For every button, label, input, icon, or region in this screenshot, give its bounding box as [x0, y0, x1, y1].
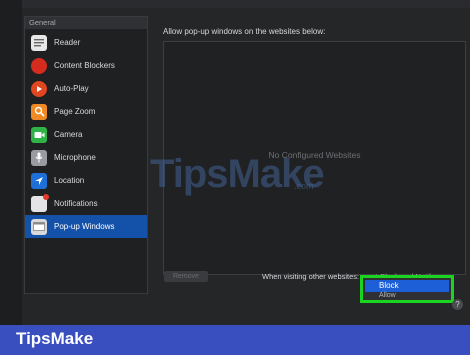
notifications-icon — [31, 193, 49, 212]
preferences-window: General Reader Content Blockers Auto-Pla… — [0, 0, 470, 325]
sidebar-item-content-blockers[interactable]: Content Blockers — [25, 54, 147, 77]
sidebar-item-label: Auto-Play — [54, 84, 89, 93]
sidebar-item-label: Page Zoom — [54, 107, 96, 116]
sidebar-item-auto-play[interactable]: Auto-Play — [25, 77, 147, 100]
menu-option-block[interactable]: Block — [365, 280, 449, 292]
content-blockers-icon — [31, 57, 47, 74]
popup-windows-icon — [31, 218, 47, 235]
footer-logo: TipsMake — [16, 329, 94, 348]
window-left-shade — [0, 0, 22, 325]
sidebar-item-notifications[interactable]: Notifications — [25, 192, 147, 215]
sidebar-item-popup-windows[interactable]: Pop-up Windows — [25, 215, 147, 238]
sidebar-item-label: Pop-up Windows — [54, 222, 115, 231]
sidebar-item-label: Reader — [54, 38, 81, 47]
sidebar: General Reader Content Blockers Auto-Pla… — [24, 16, 148, 294]
sidebar-item-page-zoom[interactable]: Page Zoom — [25, 100, 147, 123]
notification-badge-icon — [43, 193, 49, 200]
sidebar-item-label: Microphone — [54, 153, 96, 162]
watermark-suffix: .com — [294, 181, 314, 191]
sidebar-item-label: Content Blockers — [54, 61, 115, 70]
footer-bar: TipsMake — [0, 325, 470, 355]
sidebar-item-microphone[interactable]: Microphone — [25, 146, 147, 169]
sidebar-item-label: Camera — [54, 130, 83, 139]
auto-play-icon — [31, 80, 47, 97]
remove-button[interactable]: Remove — [164, 271, 208, 282]
sidebar-item-camera[interactable]: Camera — [25, 123, 147, 146]
sidebar-header: General — [25, 17, 147, 29]
sidebar-item-reader[interactable]: Reader — [25, 31, 147, 54]
panel-title: Allow pop-up windows on the websites bel… — [163, 27, 326, 36]
camera-icon — [31, 126, 47, 143]
window-top-strip — [0, 0, 470, 8]
reader-icon — [31, 34, 47, 51]
location-icon — [31, 172, 47, 189]
microphone-icon — [31, 149, 47, 166]
help-button[interactable]: ? — [452, 299, 463, 310]
sidebar-item-label: Notifications — [54, 199, 98, 208]
sidebar-item-location[interactable]: Location — [25, 169, 147, 192]
menu-option-allow[interactable]: Allow — [379, 292, 396, 299]
other-websites-label: When visiting other websites: — [262, 272, 360, 281]
page-zoom-icon — [31, 103, 47, 120]
popup-options-menu: Block Allow — [360, 275, 454, 303]
sidebar-item-label: Location — [54, 176, 85, 185]
